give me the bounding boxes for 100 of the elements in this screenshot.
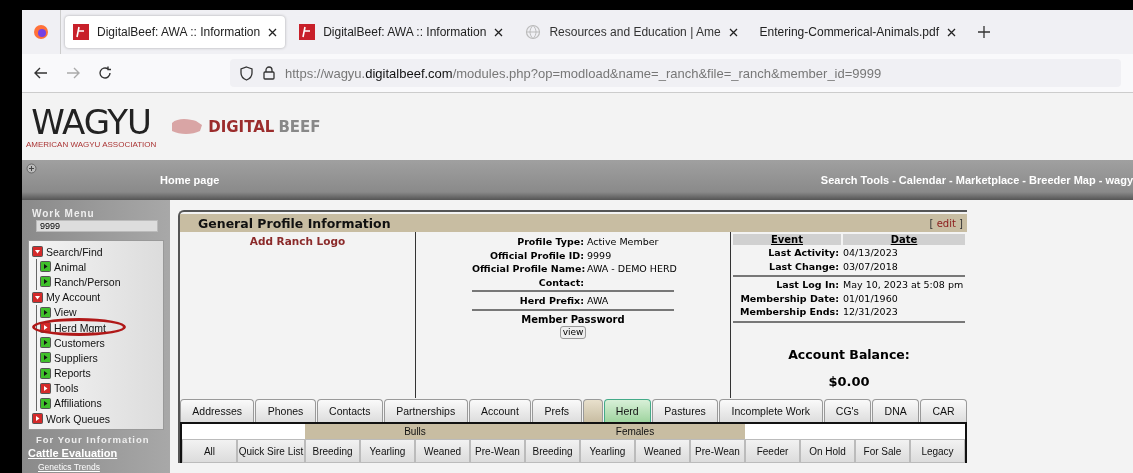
section-tab[interactable]: Prefs [532, 399, 582, 422]
filter-button[interactable]: Pre-Wean [690, 439, 745, 463]
page-icon [40, 337, 51, 349]
column-header: Date [843, 234, 965, 245]
balance-value: $0.00 [827, 373, 871, 389]
blank-tab[interactable] [582, 399, 603, 422]
event-date: 12/31/2023 [843, 305, 899, 319]
reload-icon[interactable] [98, 66, 112, 80]
browser-tab[interactable]: Entering-Commerical-Animals.pdf [751, 16, 964, 48]
back-arrow-icon[interactable] [34, 67, 48, 79]
edit-link[interactable]: [ edit ] [929, 217, 963, 229]
filter-button[interactable]: Yearling [360, 439, 415, 463]
browser-tab[interactable]: Resources and Education | Ame [517, 16, 746, 48]
close-icon[interactable] [728, 27, 738, 37]
field-label: Official Profile Name: [472, 262, 584, 276]
section-tab[interactable]: Account [468, 399, 532, 422]
menu-item[interactable]: Animal [40, 259, 160, 275]
wagyu-logo: WAGYU AMERICAN WAGYU ASSOCIATION [26, 104, 157, 149]
menu-item[interactable]: Customers [40, 335, 160, 351]
globe-icon [525, 24, 542, 40]
page-icon [40, 352, 51, 364]
filter-button[interactable]: Legacy [910, 439, 965, 463]
filter-button[interactable]: All [182, 439, 237, 463]
filter-button[interactable]: Yearling [580, 439, 635, 463]
work-menu-field[interactable]: 9999 [36, 220, 158, 232]
filter-button[interactable]: For Sale [855, 439, 910, 463]
filter-button[interactable]: Weaned [635, 439, 690, 463]
new-tab-icon[interactable] [978, 26, 990, 38]
menu-item[interactable]: View [40, 304, 160, 320]
section-tab[interactable]: Pastures [652, 399, 719, 422]
menu-item[interactable]: Work Queues [32, 411, 160, 427]
filter-button[interactable]: Pre-Wean [470, 439, 525, 463]
event-date: 01/01/1960 [843, 291, 899, 306]
browser-tab[interactable]: DigitalBeef: AWA :: Information [65, 16, 286, 48]
view-button[interactable]: view [559, 325, 587, 339]
section-tab[interactable]: Partnerships [383, 399, 468, 422]
section-tab[interactable]: CAR [920, 399, 968, 422]
panel-title: General Profile Information [198, 215, 391, 231]
browser-logo-icon[interactable] [33, 24, 49, 40]
filter-button[interactable]: On Hold [800, 439, 855, 463]
section-tab[interactable]: Phones [255, 399, 316, 422]
add-logo-link[interactable]: Add Ranch Logo [249, 235, 346, 247]
menu-item[interactable]: Ranch/Person [40, 274, 160, 290]
event-date: 03/07/2018 [843, 259, 899, 274]
close-icon[interactable] [494, 27, 504, 37]
address-bar[interactable]: https://wagyu.digitalbeef.com/modules.php?op=modload&name=_ranch&file=_ranch&member_id=9999 [230, 59, 1121, 87]
digitalbeef-logo: DIGITAL BEEF [170, 116, 321, 137]
filter-button[interactable]: Feeder [745, 439, 800, 463]
menu-item[interactable]: My Account [32, 289, 160, 305]
browser-tab[interactable]: DigitalBeef: AWA :: Information [291, 16, 512, 48]
field-label: Contact: [537, 275, 584, 290]
event-date: May 10, 2023 at 5:08 pm [843, 278, 965, 292]
menu-item[interactable]: Search/Find [32, 244, 160, 260]
event-label: Last Log In: [775, 278, 839, 292]
field-value: Active Member [587, 235, 660, 249]
close-icon[interactable] [268, 27, 278, 37]
section-tab[interactable]: Herd [603, 399, 651, 422]
group-header: Females [525, 424, 745, 439]
field-label: Herd Prefix: [518, 294, 584, 308]
field-label: Profile Type: [516, 235, 584, 249]
event-label: Last Activity: [767, 246, 839, 260]
menu-item[interactable]: Suppliers [40, 350, 160, 366]
filter-button[interactable]: Breeding [305, 439, 360, 463]
event-label: Membership Ends: [739, 305, 839, 319]
site-favicon-icon [299, 24, 316, 40]
site-favicon-icon [73, 24, 89, 40]
menu-item[interactable]: Affiliations [40, 395, 160, 412]
page-icon [40, 397, 51, 409]
filter-button[interactable]: Breeding [525, 439, 580, 463]
section-tab[interactable]: CG's [823, 399, 872, 422]
event-label: Membership Date: [739, 291, 839, 306]
section-tab[interactable]: Contacts [316, 399, 383, 422]
menu-item[interactable]: Herd Mgmt [40, 319, 160, 336]
filter-button[interactable]: Quick Sire List [237, 439, 305, 463]
info-heading: For Your Information [35, 433, 151, 446]
field-value: AWA - DEMO HERD [587, 262, 677, 276]
expand-icon[interactable] [26, 163, 37, 174]
field-value: 9999 [587, 248, 613, 263]
lock-icon[interactable] [263, 66, 275, 80]
field-label: Official Profile ID: [489, 248, 584, 263]
page-icon [40, 276, 51, 288]
password-label: Member Password [520, 313, 626, 325]
field-value: AWA [587, 294, 610, 308]
menu-item[interactable]: Reports [40, 365, 160, 381]
shield-icon[interactable] [240, 65, 253, 81]
group-header: Bulls [305, 424, 525, 439]
filter-button[interactable]: Weaned [415, 439, 470, 463]
page-icon [40, 367, 51, 379]
section-tab[interactable]: Incomplete Work [719, 399, 823, 422]
close-icon[interactable] [947, 27, 956, 37]
column-header: Event [733, 234, 841, 245]
expanded-folder-icon [32, 246, 43, 258]
menu-item[interactable]: Tools [40, 380, 160, 396]
balance-label: Account Balance: [787, 346, 911, 362]
folder-icon [40, 382, 51, 394]
folder-icon [32, 413, 43, 425]
page-icon [40, 261, 51, 273]
event-date: 04/13/2023 [843, 246, 899, 260]
section-tab[interactable]: Addresses [180, 399, 255, 422]
section-tab[interactable]: DNA [872, 399, 920, 422]
